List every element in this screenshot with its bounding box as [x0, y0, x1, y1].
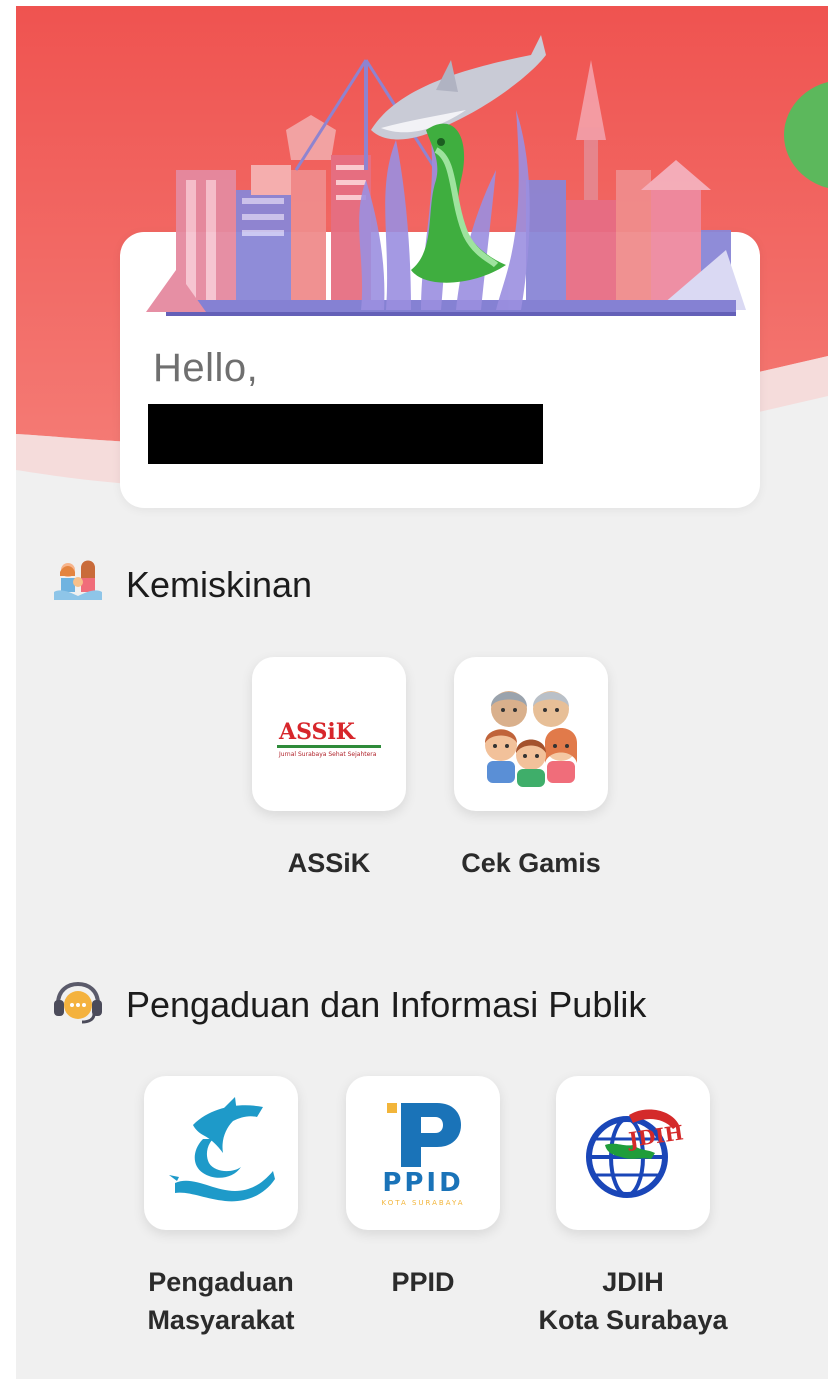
app-label-jdih: JDIH Kota Surabaya	[538, 1267, 728, 1335]
section-title-kemiskinan: Kemiskinan	[126, 564, 313, 605]
family-support-icon	[54, 560, 102, 600]
app-label-cek-gamis: Cek Gamis	[461, 848, 601, 878]
app-tile-jdih[interactable]: JDIH	[556, 1076, 710, 1230]
shark-crocodile-logo	[169, 1097, 275, 1202]
app-tile-pengaduan-masyarakat[interactable]	[144, 1076, 298, 1230]
svg-text:KOTA SURABAYA: KOTA SURABAYA	[382, 1199, 465, 1207]
app-tile-cek-gamis[interactable]	[454, 657, 608, 811]
greeting-text: Hello,	[153, 346, 259, 390]
app-screen: Hello, Kemiskinan ASSiK Jurnal Surabaya …	[16, 6, 828, 1379]
jdih-globe-logo: JDIH	[586, 1109, 685, 1198]
user-name-redacted	[148, 404, 543, 464]
svg-text:PPID: PPID	[382, 1168, 463, 1198]
app-tile-ppid[interactable]: PPID KOTA SURABAYA	[346, 1076, 500, 1230]
assik-logo: ASSiK Jurnal Surabaya Sehat Sejahtera	[277, 719, 381, 758]
ppid-logo: PPID KOTA SURABAYA	[382, 1103, 465, 1207]
app-label-ppid: PPID	[391, 1267, 455, 1297]
svg-text:Jurnal Surabaya Sehat Sejahter: Jurnal Surabaya Sehat Sejahtera	[278, 751, 377, 758]
svg-text:ASSiK: ASSiK	[278, 719, 356, 745]
surabaya-city-illustration	[146, 35, 746, 316]
chat-support-icon	[54, 981, 102, 1024]
app-tile-assik[interactable]: ASSiK Jurnal Surabaya Sehat Sejahtera	[252, 657, 406, 811]
family-icon	[485, 691, 577, 787]
app-label-assik: ASSiK	[287, 848, 371, 878]
app-label-pengaduan-masyarakat: Pengaduan Masyarakat	[147, 1267, 295, 1335]
section-title-pengaduan: Pengaduan dan Informasi Publik	[126, 984, 647, 1025]
